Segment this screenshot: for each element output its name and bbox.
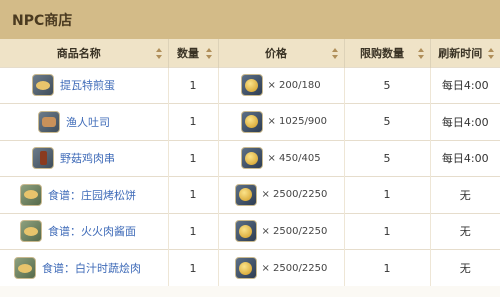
table-row: 食谱：庄园烤松饼 1 × 2500/2250 1 无	[0, 176, 500, 213]
item-cell: 食谱：火火肉酱面	[0, 212, 169, 250]
mora-coin-icon	[234, 183, 257, 206]
table-row: 野菇鸡肉串 1 × 450/405 5 每日4:00	[0, 139, 500, 177]
mora-coin-icon	[240, 147, 263, 170]
refresh-cell: 每日4:00	[430, 139, 500, 177]
item-link[interactable]: 食谱：火火肉酱面	[48, 223, 136, 239]
page-title: NPC商店	[0, 0, 500, 39]
limit-cell: 1	[344, 212, 431, 250]
item-cell: 提瓦特煎蛋	[0, 66, 169, 104]
item-link[interactable]: 食谱：庄园烤松饼	[48, 187, 136, 203]
item-cell: 食谱：庄园烤松饼	[0, 176, 169, 213]
table-row: 食谱：白汁时蔬烩肉 1 × 2500/2250 1 无	[0, 249, 500, 286]
item-link[interactable]: 食谱：白汁时蔬烩肉	[42, 260, 141, 276]
item-link[interactable]: 野菇鸡肉串	[60, 150, 115, 166]
limit-cell: 1	[344, 249, 431, 286]
column-header-item-name[interactable]: 商品名称	[0, 39, 169, 67]
refresh-cell: 每日4:00	[430, 103, 500, 140]
table-header-row: 商品名称 数量 价格 限购数量 刷新时间	[0, 39, 500, 67]
recipe-icon[interactable]	[20, 220, 42, 243]
mora-coin-icon	[234, 257, 257, 279]
page-title-text: NPC商店	[12, 12, 73, 29]
table-row: 提瓦特煎蛋 1 × 200/180 5 每日4:00	[0, 66, 500, 104]
sort-icon[interactable]	[155, 48, 162, 59]
refresh-cell: 每日4:00	[430, 66, 500, 104]
price-cell: × 2500/2250	[218, 249, 345, 286]
item-cell: 野菇鸡肉串	[0, 139, 169, 177]
item-link[interactable]: 提瓦特煎蛋	[60, 77, 115, 93]
column-header-limit[interactable]: 限购数量	[344, 39, 431, 67]
recipe-icon[interactable]	[14, 257, 36, 279]
price-cell: × 2500/2250	[218, 212, 345, 250]
quantity-cell: 1	[168, 212, 219, 250]
shop-table: 商品名称 数量 价格 限购数量 刷新时间 提瓦特煎蛋 1 × 200/180 5…	[0, 39, 500, 286]
quantity-cell: 1	[168, 139, 219, 177]
limit-cell: 5	[344, 66, 431, 104]
sort-icon[interactable]	[488, 48, 494, 59]
mora-coin-icon	[240, 74, 263, 97]
column-header-refresh[interactable]: 刷新时间	[430, 39, 500, 67]
quantity-cell: 1	[168, 176, 219, 213]
price-cell: × 1025/900	[218, 103, 345, 140]
limit-cell: 5	[344, 139, 431, 177]
mora-coin-icon	[234, 220, 257, 243]
recipe-icon[interactable]	[20, 183, 42, 206]
price-cell: × 200/180	[218, 66, 345, 104]
table-row: 食谱：火火肉酱面 1 × 2500/2250 1 无	[0, 212, 500, 250]
limit-cell: 5	[344, 103, 431, 140]
toast-icon[interactable]	[38, 110, 60, 133]
refresh-cell: 无	[430, 176, 500, 213]
egg-dish-icon[interactable]	[32, 74, 54, 97]
refresh-cell: 无	[430, 212, 500, 250]
mora-coin-icon	[240, 110, 263, 133]
item-cell: 食谱：白汁时蔬烩肉	[0, 249, 169, 286]
column-header-price[interactable]: 价格	[218, 39, 345, 67]
refresh-cell: 无	[430, 249, 500, 286]
sort-icon[interactable]	[331, 48, 338, 59]
quantity-cell: 1	[168, 103, 219, 140]
item-link[interactable]: 渔人吐司	[66, 114, 110, 130]
skewer-icon[interactable]	[32, 147, 54, 170]
price-cell: × 450/405	[218, 139, 345, 177]
column-header-quantity[interactable]: 数量	[168, 39, 219, 67]
quantity-cell: 1	[168, 249, 219, 286]
table-row: 渔人吐司 1 × 1025/900 5 每日4:00	[0, 103, 500, 140]
price-cell: × 2500/2250	[218, 176, 345, 213]
sort-icon[interactable]	[205, 48, 212, 59]
limit-cell: 1	[344, 176, 431, 213]
item-cell: 渔人吐司	[0, 103, 169, 140]
quantity-cell: 1	[168, 66, 219, 104]
sort-icon[interactable]	[417, 48, 424, 59]
